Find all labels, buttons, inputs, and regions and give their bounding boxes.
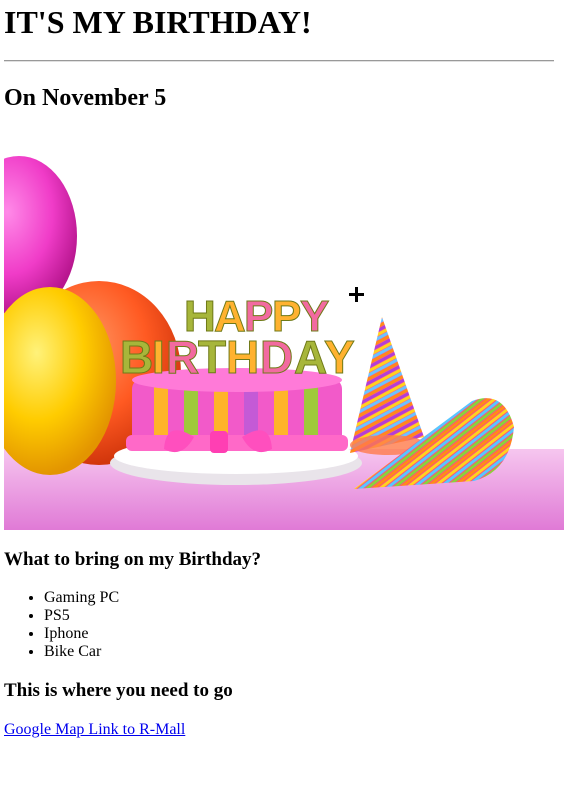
birthday-cake-image: H A P P Y B I R T H D A Y — [4, 151, 564, 530]
svg-text:R: R — [166, 331, 199, 383]
crosshair-cursor-icon — [349, 287, 364, 302]
divider — [4, 60, 554, 62]
svg-text:H: H — [226, 331, 259, 383]
page: IT'S MY BIRTHDAY! On November 5 H A P P … — [0, 0, 564, 797]
google-map-link[interactable]: Google Map Link to R-Mall — [4, 720, 185, 740]
list-item: PS5 — [44, 607, 119, 625]
bring-list: Gaming PC PS5 Iphone Bike Car — [4, 589, 119, 661]
svg-text:I: I — [152, 331, 165, 383]
svg-text:A: A — [294, 331, 327, 383]
page-title: IT'S MY BIRTHDAY! — [4, 4, 312, 40]
bring-section-title: What to bring on my Birthday? — [4, 549, 262, 570]
list-item: Bike Car — [44, 643, 119, 661]
svg-text:B: B — [120, 331, 153, 383]
svg-text:T: T — [198, 331, 226, 383]
date-subheading: On November 5 — [4, 85, 167, 111]
location-section-title: This is where you need to go — [4, 680, 233, 701]
svg-text:Y: Y — [324, 331, 355, 383]
svg-text:D: D — [260, 331, 293, 383]
list-item: Gaming PC — [44, 589, 119, 607]
list-item: Iphone — [44, 625, 119, 643]
